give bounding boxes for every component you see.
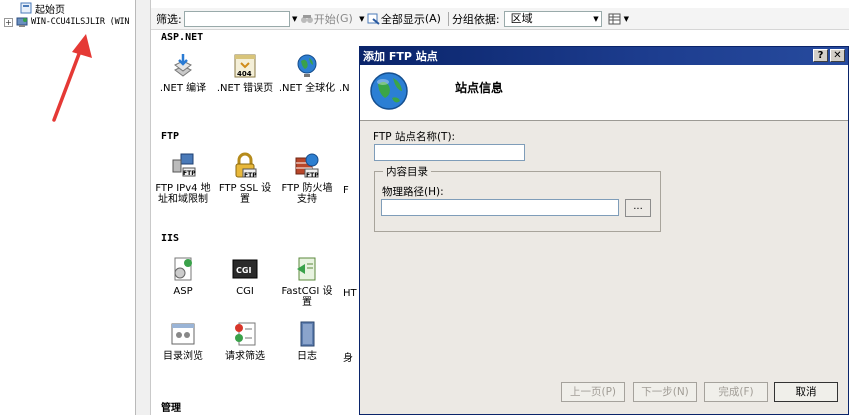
firewall-icon: FTP [293, 152, 321, 180]
next-button[interactable]: 下一步(N) [633, 382, 697, 402]
group-title-iis: IIS [161, 233, 180, 244]
feature-label: .N [339, 83, 350, 94]
group-by-label: 分组依据: [451, 12, 500, 26]
add-ftp-site-dialog: 添加 FTP 站点 ? ✕ 站点信息 FTP 站点名称(T): 内容目录 物理路… [359, 46, 849, 415]
show-all-icon [367, 13, 380, 25]
tree-item-label: 起始页 [35, 4, 65, 16]
feature-cgi[interactable]: CGI CGI [215, 255, 275, 297]
tree-item-server[interactable]: + WIN-CCU4ILSJLIR (WIN [4, 15, 130, 29]
ftp-badge: FTP [183, 170, 196, 177]
dialog-title: 添加 FTP 站点 [363, 50, 438, 63]
group-title-aspnet: ASP.NET [161, 32, 204, 43]
feature-label: FastCGI 设置 [281, 286, 333, 308]
filter-dropdown-icon[interactable]: ▼ [290, 15, 300, 23]
ftp-badge: FTP [244, 172, 257, 179]
feature-logging[interactable]: 日志 [277, 320, 337, 362]
feature-label: .NET 编译 [159, 83, 207, 94]
cgi-icon: CGI [231, 255, 259, 283]
chevron-down-icon: ▼ [593, 14, 599, 23]
tree-item-start-page[interactable]: 起始页 [20, 1, 65, 16]
ftp-ip-icon: FTP [169, 152, 197, 180]
feature-label: 请求筛选 [225, 351, 265, 362]
group-by-value: 区域 [510, 11, 533, 25]
feature-label: FTP IPv4 地址和域限制 [155, 183, 211, 205]
iis-manager-window: 起始页 + WIN-CCU4ILSJLIR (WIN 筛选: ▼ 开始 (G) … [0, 0, 849, 415]
features-view: ASP.NET .NET 编译 404 .NET 错误页 .NET 全球化 .N… [151, 30, 361, 415]
previous-button[interactable]: 上一页(P) [561, 382, 625, 402]
group-title-management: 管理 [161, 403, 181, 414]
pane-splitter[interactable] [136, 0, 151, 415]
fastcgi-icon [293, 255, 321, 283]
filter-toolbar: 筛选: ▼ 开始 (G) ▼ 全部显示 (A) 分组依据: 区域 ▼ ▼ [151, 8, 849, 30]
ftp-badge: FTP [306, 172, 319, 179]
directory-browse-icon [169, 320, 197, 348]
annotation-arrow-icon [52, 34, 92, 122]
feature-net-more[interactable]: .N [339, 52, 361, 94]
feature-net-error-pages[interactable]: 404 .NET 错误页 [215, 52, 275, 94]
feature-label: FTP SSL 设置 [218, 183, 272, 205]
show-all-label: 全部显示 [380, 12, 425, 26]
go-button[interactable]: 开始 (G) [300, 11, 353, 27]
request-filter-icon [231, 320, 259, 348]
go-shortcut: (G) [335, 12, 353, 25]
content-directory-group: 内容目录 物理路径(H): ... [374, 164, 661, 232]
show-all-button[interactable]: 全部显示 (A) [367, 11, 441, 27]
feature-ftp-ssl-settings[interactable]: FTP FTP SSL 设置 [215, 152, 275, 205]
feature-net-compilation[interactable]: .NET 编译 [153, 52, 213, 94]
download-arrow-icon [169, 52, 197, 80]
view-grid-icon [608, 13, 621, 24]
binoculars-icon [300, 14, 313, 23]
server-icon [16, 16, 28, 28]
asp-icon [169, 255, 197, 283]
feature-request-filtering[interactable]: 请求筛选 [215, 320, 275, 362]
globe-icon [293, 52, 321, 80]
feature-label: 日志 [297, 351, 317, 362]
log-book-icon [293, 320, 321, 348]
feature-label: ASP [173, 286, 193, 297]
dialog-titlebar[interactable]: 添加 FTP 站点 ? ✕ [360, 47, 848, 65]
feature-label: 目录浏览 [163, 351, 203, 362]
globe-icon [370, 72, 408, 110]
show-all-shortcut: (A) [424, 12, 441, 25]
feature-label: .NET 全球化 [278, 83, 336, 94]
cancel-button[interactable]: 取消 [774, 382, 838, 402]
feature-label: FTP 防火墙支持 [281, 183, 333, 205]
physical-path-label: 物理路径(H): [382, 186, 444, 198]
go-label: 开始 [313, 12, 336, 26]
feature-label: .NET 错误页 [216, 83, 274, 94]
cgi-badge: CGI [236, 266, 252, 275]
browse-button[interactable]: ... [625, 199, 651, 217]
toolbar-separator [447, 11, 449, 26]
feature-ftp-firewall-support[interactable]: FTP FTP 防火墙支持 [277, 152, 337, 205]
group-title-ftp: FTP [161, 131, 180, 142]
tree-expander[interactable]: + [4, 17, 13, 27]
feature-asp[interactable]: ASP [153, 255, 213, 297]
finish-button[interactable]: 完成(F) [704, 382, 768, 402]
site-name-input[interactable] [374, 144, 525, 161]
filter-label: 筛选: [156, 12, 182, 26]
dialog-header: 站点信息 [360, 65, 848, 121]
help-button[interactable]: ? [813, 49, 828, 62]
view-button[interactable]: ▼ [608, 13, 629, 25]
content-directory-label: 内容目录 [383, 164, 431, 179]
site-name-label: FTP 站点名称(T): [373, 131, 456, 143]
dialog-header-title: 站点信息 [455, 81, 504, 95]
lock-icon: FTP [231, 152, 259, 180]
close-button[interactable]: ✕ [830, 49, 845, 62]
group-by-select[interactable]: 区域 ▼ [503, 10, 602, 27]
go-dropdown-icon[interactable]: ▼ [357, 15, 367, 23]
start-page-icon [20, 2, 32, 14]
feature-net-globalization[interactable]: .NET 全球化 [277, 52, 337, 94]
filter-input[interactable] [183, 10, 290, 27]
physical-path-input[interactable] [381, 199, 619, 216]
feature-directory-browsing[interactable]: 目录浏览 [153, 320, 213, 362]
view-dropdown-icon: ▼ [623, 14, 630, 23]
feature-label: CGI [236, 286, 254, 297]
feature-fastcgi-settings[interactable]: FastCGI 设置 [277, 255, 337, 308]
error-page-icon: 404 [231, 52, 259, 80]
feature-icon [340, 52, 361, 80]
error-code-badge: 404 [237, 70, 252, 78]
tree-item-label: WIN-CCU4ILSJLIR (WIN [31, 17, 130, 27]
feature-ftp-ip-restrictions[interactable]: FTP FTP IPv4 地址和域限制 [153, 152, 213, 205]
